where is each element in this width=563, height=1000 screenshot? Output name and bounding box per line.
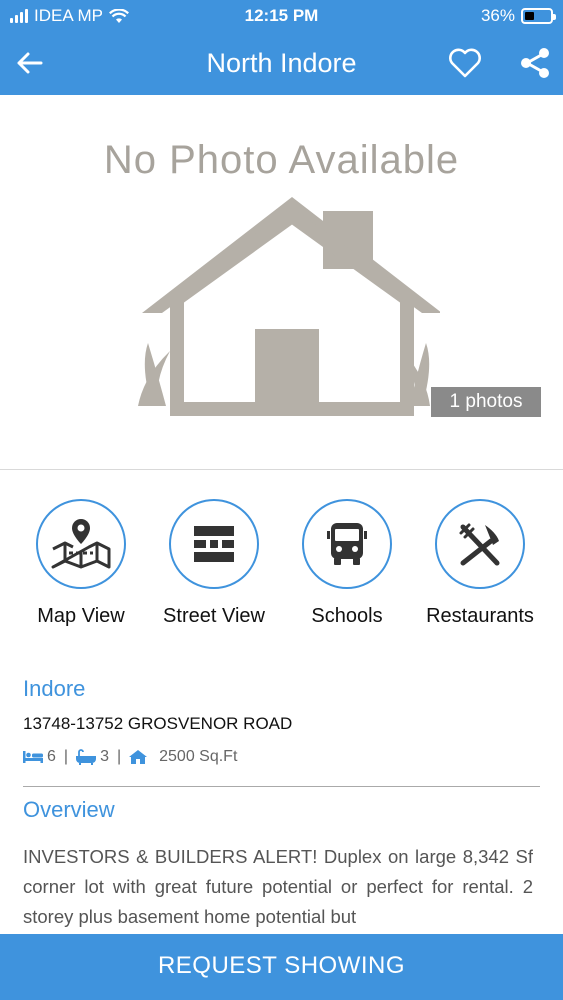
street-view-button[interactable]: Street View [154, 499, 274, 628]
listing-specs: 6 | 3 | 2500 Sq.Ft [23, 748, 237, 766]
map-view-circle [36, 499, 126, 589]
divider [23, 786, 540, 787]
photo-count-badge: 1 photos [431, 387, 541, 417]
beds-count: 6 [47, 748, 56, 765]
house-placeholder-icon [138, 197, 440, 416]
area-value: 2500 Sq.Ft [159, 748, 238, 765]
share-button[interactable] [518, 46, 552, 80]
clock: 12:15 PM [244, 6, 319, 25]
street-view-label: Street View [163, 605, 265, 627]
listing-address: 13748-13752 GROSVENOR ROAD [23, 714, 293, 733]
schools-label: Schools [311, 605, 383, 627]
separator: | [116, 748, 122, 765]
road-icon [194, 526, 234, 562]
request-showing-button[interactable]: REQUEST SHOWING [0, 934, 563, 1000]
schools-circle [302, 499, 392, 589]
property-photo[interactable]: No Photo Available 1 photos [0, 95, 563, 470]
divider [0, 469, 563, 470]
bathtub-icon [76, 749, 97, 765]
bed-icon [23, 751, 43, 763]
top-band: IDEA MP 12:15 PM 36% North Indore [0, 0, 563, 95]
fork-knife-icon [459, 523, 500, 566]
battery-percent: 36% [480, 6, 515, 25]
baths-count: 3 [100, 748, 109, 765]
battery-info: 36% [480, 6, 556, 26]
navigation-bar: North Indore [0, 32, 563, 95]
heart-icon [449, 48, 481, 78]
status-bar: IDEA MP 12:15 PM 36% [0, 0, 563, 32]
map-view-button[interactable]: Map View [21, 499, 141, 628]
separator: | [63, 748, 69, 765]
street-view-circle [169, 499, 259, 589]
battery-icon [521, 8, 556, 24]
schools-button[interactable]: Schools [287, 499, 407, 628]
home-icon [129, 750, 148, 764]
overview-description: INVESTORS & BUILDERS ALERT! Duplex on la… [23, 846, 533, 927]
map-view-label: Map View [37, 605, 125, 627]
share-icon [521, 48, 549, 78]
restaurants-circle [435, 499, 525, 589]
no-photo-text: No Photo Available [103, 138, 460, 182]
overview-heading: Overview [23, 797, 115, 822]
battery-fill [525, 12, 534, 20]
map-pin-icon [51, 519, 111, 569]
favorite-button[interactable] [448, 46, 482, 80]
listing-city: Indore [23, 676, 86, 701]
restaurants-button[interactable]: Restaurants [420, 499, 540, 628]
bus-icon [327, 523, 367, 565]
restaurants-label: Restaurants [426, 605, 534, 627]
